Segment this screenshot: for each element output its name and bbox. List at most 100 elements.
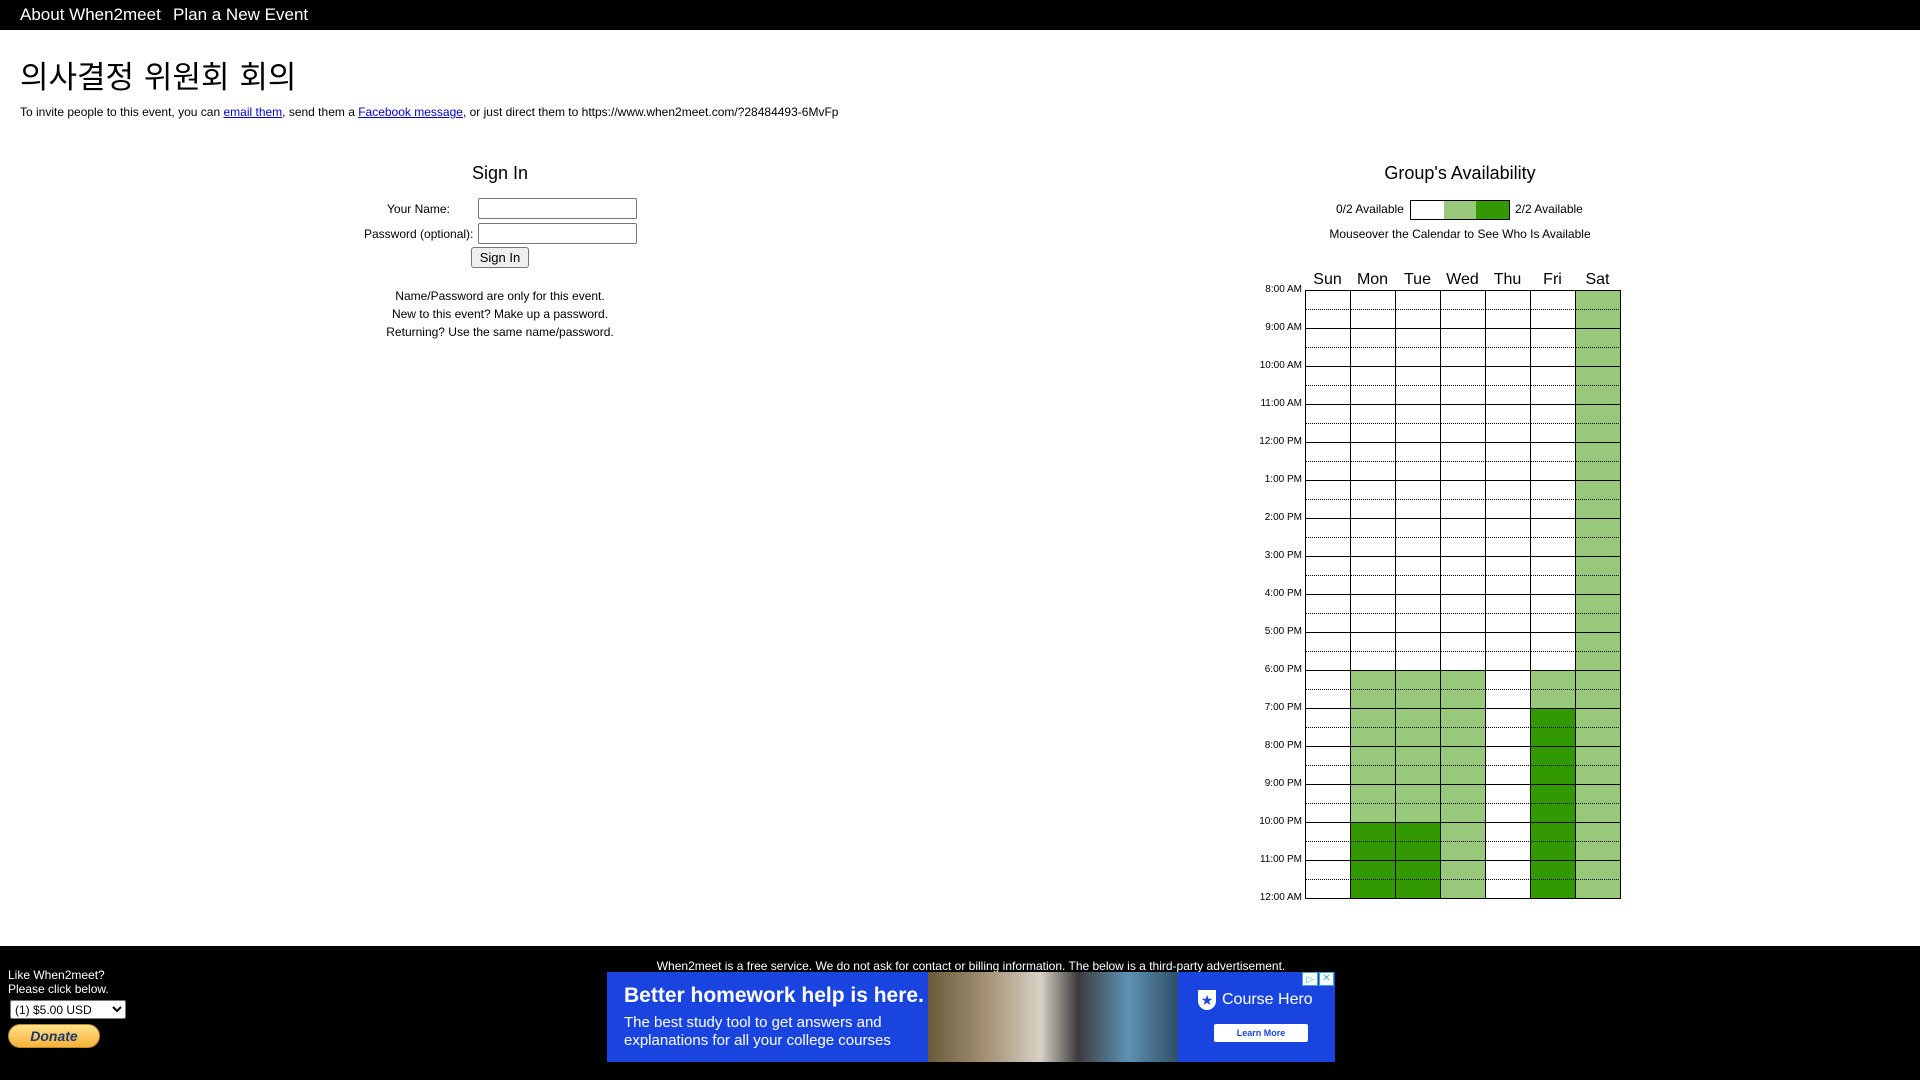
availability-cell[interactable] — [1486, 766, 1531, 785]
ad-brand[interactable]: Course Hero — [1222, 991, 1313, 1009]
availability-cell[interactable] — [1351, 538, 1396, 557]
availability-cell[interactable] — [1531, 880, 1576, 899]
availability-cell[interactable] — [1531, 310, 1576, 329]
availability-cell[interactable] — [1441, 880, 1486, 899]
availability-cell[interactable] — [1351, 785, 1396, 804]
availability-cell[interactable] — [1486, 690, 1531, 709]
availability-cell[interactable] — [1396, 880, 1441, 899]
availability-cell[interactable] — [1396, 348, 1441, 367]
availability-cell[interactable] — [1351, 310, 1396, 329]
availability-cell[interactable] — [1441, 633, 1486, 652]
availability-cell[interactable] — [1351, 329, 1396, 348]
availability-cell[interactable] — [1306, 557, 1351, 576]
availability-cell[interactable] — [1486, 500, 1531, 519]
availability-cell[interactable] — [1306, 367, 1351, 386]
availability-cell[interactable] — [1531, 861, 1576, 880]
availability-cell[interactable] — [1576, 557, 1621, 576]
availability-cell[interactable] — [1576, 785, 1621, 804]
availability-cell[interactable] — [1576, 291, 1621, 310]
availability-cell[interactable] — [1531, 671, 1576, 690]
availability-cell[interactable] — [1306, 804, 1351, 823]
availability-cell[interactable] — [1576, 500, 1621, 519]
availability-cell[interactable] — [1441, 405, 1486, 424]
availability-cell[interactable] — [1351, 519, 1396, 538]
availability-cell[interactable] — [1396, 500, 1441, 519]
availability-cell[interactable] — [1486, 462, 1531, 481]
availability-cell[interactable] — [1576, 747, 1621, 766]
availability-cell[interactable] — [1306, 291, 1351, 310]
availability-cell[interactable] — [1576, 386, 1621, 405]
availability-cell[interactable] — [1486, 519, 1531, 538]
availability-cell[interactable] — [1531, 481, 1576, 500]
availability-cell[interactable] — [1576, 424, 1621, 443]
availability-cell[interactable] — [1576, 310, 1621, 329]
availability-cell[interactable] — [1396, 329, 1441, 348]
availability-cell[interactable] — [1441, 766, 1486, 785]
availability-cell[interactable] — [1531, 842, 1576, 861]
availability-cell[interactable] — [1306, 614, 1351, 633]
facebook-link[interactable]: Facebook message — [358, 105, 463, 119]
availability-cell[interactable] — [1486, 652, 1531, 671]
availability-cell[interactable] — [1531, 690, 1576, 709]
availability-cell[interactable] — [1306, 633, 1351, 652]
availability-cell[interactable] — [1351, 291, 1396, 310]
availability-cell[interactable] — [1441, 861, 1486, 880]
availability-cell[interactable] — [1396, 709, 1441, 728]
close-icon[interactable]: ✕ — [1319, 972, 1334, 986]
availability-cell[interactable] — [1531, 804, 1576, 823]
availability-cell[interactable] — [1351, 367, 1396, 386]
availability-cell[interactable] — [1531, 728, 1576, 747]
availability-cell[interactable] — [1531, 291, 1576, 310]
availability-cell[interactable] — [1306, 443, 1351, 462]
availability-cell[interactable] — [1441, 348, 1486, 367]
availability-cell[interactable] — [1576, 576, 1621, 595]
availability-cell[interactable] — [1531, 443, 1576, 462]
availability-cell[interactable] — [1306, 500, 1351, 519]
availability-cell[interactable] — [1306, 690, 1351, 709]
availability-cell[interactable] — [1531, 766, 1576, 785]
availability-cell[interactable] — [1441, 310, 1486, 329]
availability-cell[interactable] — [1396, 557, 1441, 576]
availability-cell[interactable] — [1306, 785, 1351, 804]
availability-cell[interactable] — [1396, 538, 1441, 557]
availability-cell[interactable] — [1576, 633, 1621, 652]
availability-cell[interactable] — [1351, 709, 1396, 728]
availability-cell[interactable] — [1441, 652, 1486, 671]
ad-choices-icon[interactable]: ▷ — [1302, 972, 1318, 986]
availability-cell[interactable] — [1351, 823, 1396, 842]
availability-cell[interactable] — [1576, 405, 1621, 424]
availability-cell[interactable] — [1486, 367, 1531, 386]
availability-cell[interactable] — [1396, 310, 1441, 329]
availability-cell[interactable] — [1531, 519, 1576, 538]
availability-cell[interactable] — [1351, 557, 1396, 576]
availability-cell[interactable] — [1441, 690, 1486, 709]
availability-cell[interactable] — [1486, 329, 1531, 348]
availability-cell[interactable] — [1531, 500, 1576, 519]
availability-cell[interactable] — [1396, 291, 1441, 310]
availability-cell[interactable] — [1441, 462, 1486, 481]
availability-cell[interactable] — [1351, 500, 1396, 519]
nav-plan-link[interactable]: Plan a New Event — [173, 5, 308, 25]
availability-cell[interactable] — [1576, 443, 1621, 462]
availability-cell[interactable] — [1441, 443, 1486, 462]
availability-cell[interactable] — [1531, 557, 1576, 576]
availability-cell[interactable] — [1396, 728, 1441, 747]
availability-cell[interactable] — [1531, 538, 1576, 557]
availability-cell[interactable] — [1531, 386, 1576, 405]
availability-cell[interactable] — [1441, 291, 1486, 310]
availability-cell[interactable] — [1306, 766, 1351, 785]
availability-cell[interactable] — [1486, 861, 1531, 880]
availability-cell[interactable] — [1441, 595, 1486, 614]
availability-cell[interactable] — [1396, 576, 1441, 595]
availability-cell[interactable] — [1576, 690, 1621, 709]
availability-cell[interactable] — [1396, 614, 1441, 633]
availability-cell[interactable] — [1351, 405, 1396, 424]
availability-cell[interactable] — [1531, 367, 1576, 386]
availability-cell[interactable] — [1576, 842, 1621, 861]
password-input[interactable] — [478, 223, 637, 244]
availability-cell[interactable] — [1306, 405, 1351, 424]
availability-cell[interactable] — [1351, 747, 1396, 766]
availability-cell[interactable] — [1531, 633, 1576, 652]
availability-cell[interactable] — [1531, 614, 1576, 633]
availability-cell[interactable] — [1441, 747, 1486, 766]
